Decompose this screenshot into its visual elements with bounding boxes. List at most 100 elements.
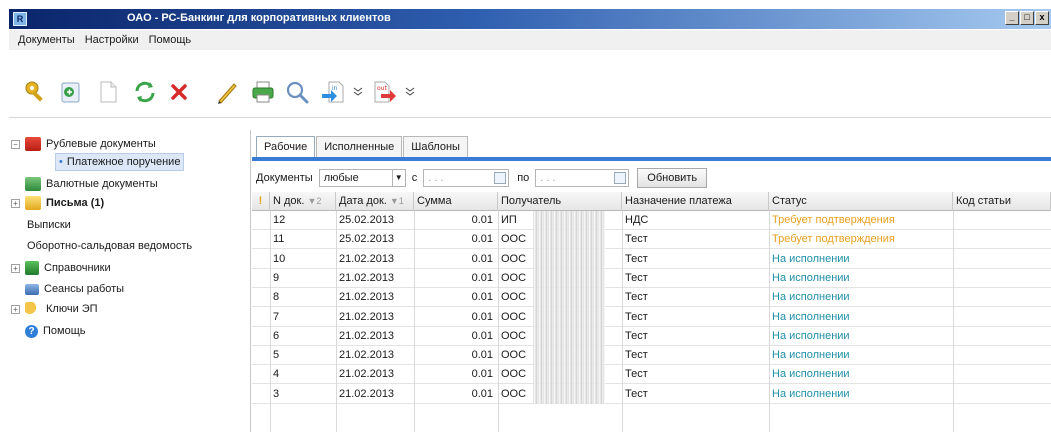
calendar-icon[interactable]: [614, 172, 627, 184]
cell-sum: 0.01: [471, 252, 493, 265]
documents-filter-select[interactable]: любые: [318, 169, 393, 187]
tree-item-ruble-docs[interactable]: Рублевые документы: [25, 135, 156, 153]
tree-item-payment-order[interactable]: • Платежное поручение: [55, 153, 185, 171]
cell-purpose: НДС: [625, 214, 649, 226]
table-row[interactable]: 6 21.02.2013 0.01 ООС Тест На исполнении: [252, 327, 1051, 346]
table-row[interactable]: 11 25.02.2013 0.01 ООС Тест Требует подтвержд…: [252, 230, 1051, 250]
date-from-label: с: [411, 172, 418, 184]
tree-item-currency-docs[interactable]: Валютные документы: [25, 175, 158, 193]
cell-number: 3: [273, 387, 280, 400]
cell-sum: 0.01: [471, 329, 493, 342]
tree-item-statements[interactable]: Выписки: [27, 216, 71, 234]
table-row[interactable]: 3 21.02.2013 0.01 ООС Тест На исполнении: [252, 385, 1051, 404]
date-to-label: по: [517, 172, 530, 184]
column-divider: [270, 211, 271, 432]
minimize-button[interactable]: _: [1005, 11, 1019, 25]
menu-help[interactable]: Помощь: [149, 34, 192, 46]
maximize-button[interactable]: □: [1020, 11, 1034, 25]
cell-status: На исполнении: [772, 252, 850, 265]
date-from-input[interactable]: . . .: [423, 169, 510, 187]
documents-table: ! N док. ▼2 Дата док. ▼1 Сумма Получател…: [252, 192, 1051, 432]
tree-item-turnover-sheet[interactable]: Оборотно-сальдовая ведомость: [27, 237, 192, 255]
tab-templates[interactable]: Шаблоны: [403, 136, 468, 158]
column-header-flag[interactable]: !: [252, 192, 270, 211]
column-header-sum[interactable]: Сумма: [414, 192, 498, 211]
column-header-purpose[interactable]: Назначение платежа: [622, 192, 769, 211]
cell-status: Требует подтверждения: [772, 214, 895, 226]
column-divider: [336, 211, 337, 432]
cell-date: 21.02.2013: [339, 329, 395, 342]
edit-icon[interactable]: [213, 78, 241, 106]
cell-number: 8: [273, 291, 280, 304]
table-row[interactable]: 9 21.02.2013 0.01 ООС Тест На исполнении: [252, 269, 1051, 288]
column-header-number[interactable]: N док. ▼2: [270, 192, 336, 211]
cell-number: 4: [273, 368, 280, 381]
export-dropdown-icon[interactable]: [404, 78, 416, 106]
column-header-recipient[interactable]: Получатель: [498, 192, 622, 211]
cell-sum: 0.01: [471, 291, 493, 304]
tree-item-label: Справочники: [44, 262, 111, 274]
tree-item-help[interactable]: ? Помощь: [25, 322, 86, 340]
column-divider: [622, 211, 623, 432]
cell-number: 11: [273, 233, 285, 246]
cell-sum: 0.01: [471, 387, 493, 400]
column-header-status[interactable]: Статус: [769, 192, 953, 211]
cell-date: 21.02.2013: [339, 310, 395, 323]
table-row[interactable]: 10 21.02.2013 0.01 ООС Тест На исполнении: [252, 250, 1051, 269]
import-icon[interactable]: in: [319, 78, 347, 106]
tree-item-label: Письма (1): [46, 197, 105, 209]
calendar-icon[interactable]: [494, 172, 507, 184]
cell-number: 12: [273, 214, 286, 226]
documents-panel: Рабочие Исполненные Шаблоны Документы лю…: [252, 130, 1051, 432]
cell-purpose: Тест: [625, 233, 648, 246]
help-icon: ?: [25, 324, 38, 338]
tree-item-letters[interactable]: Письма (1): [25, 194, 104, 212]
table-row[interactable]: 4 21.02.2013 0.01 ООС Тест На исполнении: [252, 365, 1051, 385]
documents-filter-label: Документы: [256, 172, 313, 184]
menu-settings[interactable]: Настройки: [85, 34, 139, 46]
expand-icon[interactable]: +: [11, 264, 20, 273]
tree-item-keys[interactable]: Ключи ЭП: [25, 300, 98, 318]
import-dropdown-icon[interactable]: [352, 78, 364, 106]
cell-status: На исполнении: [772, 349, 850, 362]
cell-sum: 0.01: [471, 214, 493, 226]
expand-icon[interactable]: +: [11, 305, 20, 314]
cell-date: 21.02.2013: [339, 349, 395, 362]
tree-item-sessions[interactable]: Сеансы работы: [25, 280, 124, 298]
delete-icon[interactable]: [165, 78, 193, 106]
sessions-icon: [25, 283, 39, 295]
chevron-down-icon[interactable]: ▼: [391, 169, 406, 187]
table-row[interactable]: 8 21.02.2013 0.01 ООС Тест На исполнении: [252, 288, 1051, 308]
table-row[interactable]: 5 21.02.2013 0.01 ООС Тест На исполнении: [252, 346, 1051, 366]
refresh-icon[interactable]: [131, 78, 159, 106]
menu-bar: Документы Настройки Помощь: [9, 30, 1051, 50]
column-header-code[interactable]: Код статьи: [953, 192, 1051, 211]
cell-date: 21.02.2013: [339, 387, 395, 400]
column-header-date[interactable]: Дата док. ▼1: [336, 192, 414, 211]
new-document-icon[interactable]: [94, 78, 122, 106]
keys-icon: [25, 302, 41, 316]
close-button[interactable]: x: [1035, 11, 1049, 25]
date-from-placeholder: . . .: [428, 172, 444, 184]
menu-documents[interactable]: Документы: [18, 34, 75, 46]
date-to-input[interactable]: . . .: [535, 169, 630, 187]
cell-purpose: Тест: [625, 291, 648, 304]
tree-item-directories[interactable]: Справочники: [25, 259, 111, 277]
print-icon[interactable]: [249, 78, 277, 106]
collapse-icon[interactable]: −: [11, 140, 20, 149]
export-icon[interactable]: out: [371, 78, 399, 106]
template-icon[interactable]: [56, 78, 84, 106]
tab-executed[interactable]: Исполненные: [316, 136, 403, 158]
expand-icon[interactable]: +: [11, 199, 20, 208]
table-row[interactable]: 7 21.02.2013 0.01 ООС Тест На исполнении: [252, 308, 1051, 327]
app-icon: R: [13, 12, 27, 26]
tree-item-label: Оборотно-сальдовая ведомость: [27, 240, 193, 252]
refresh-button[interactable]: Обновить: [637, 168, 708, 188]
cell-number: 6: [273, 329, 280, 342]
key-icon[interactable]: [22, 78, 50, 106]
search-icon[interactable]: [283, 78, 311, 106]
table-row[interactable]: 12 25.02.2013 0.01 ИП НДС Требует подтвержден…: [252, 211, 1051, 230]
redacted-recipient-area: [533, 211, 605, 404]
cell-purpose: Тест: [625, 387, 648, 400]
cell-date: 21.02.2013: [339, 291, 395, 304]
